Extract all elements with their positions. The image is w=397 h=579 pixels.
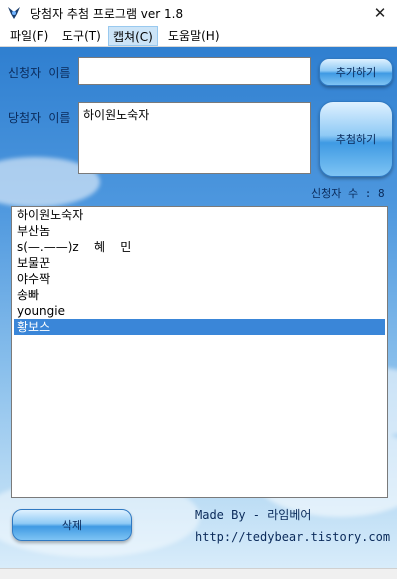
delete-button[interactable]: 삭제 (12, 509, 132, 541)
menu-file[interactable]: 파일(F) (6, 26, 52, 46)
draw-button[interactable]: 추첨하기 (319, 101, 393, 177)
list-item-selected[interactable]: 황보스 (14, 319, 385, 335)
list-item[interactable]: 하이원노숙자 (14, 207, 385, 223)
list-item[interactable]: 송빠 (14, 287, 385, 303)
winner-name-field: 하이원노숙자 (78, 102, 311, 174)
list-item[interactable]: 보물꾼 (14, 255, 385, 271)
list-item[interactable]: s(—.——)z 혜 민 (14, 239, 385, 255)
winner-name-label: 당첨자 이름 (8, 111, 71, 125)
menu-bar: 파일(F) 도구(T) 캡쳐(C) 도움말(H) (0, 26, 397, 47)
menu-capture[interactable]: 캡쳐(C) (108, 26, 158, 46)
menu-help[interactable]: 도움말(H) (164, 26, 224, 46)
add-button[interactable]: 추가하기 (319, 58, 393, 86)
applicant-name-input[interactable] (78, 57, 311, 85)
status-bar (0, 568, 397, 579)
list-item[interactable]: 부산놈 (14, 223, 385, 239)
applicant-count-label: 신청자 수 : 8 (311, 187, 385, 200)
main-panel: 신청자 이름 추가하기 당첨자 이름 하이원노숙자 추첨하기 신청자 수 : 8… (0, 47, 397, 568)
app-icon (8, 7, 20, 19)
menu-tools[interactable]: 도구(T) (58, 26, 105, 46)
made-by-text: Made By - 라임베어 (195, 508, 312, 522)
title-bar: 당첨자 추첨 프로그램 ver 1.8 ✕ (0, 0, 397, 27)
author-url: http://tedybear.tistory.com (195, 530, 391, 544)
close-button[interactable]: ✕ (363, 0, 397, 26)
applicant-name-label: 신청자 이름 (8, 66, 71, 80)
window-title: 당첨자 추첨 프로그램 ver 1.8 (30, 7, 184, 21)
applicant-list[interactable]: 하이원노숙자 부산놈 s(—.——)z 혜 민 보물꾼 야수짝 송빠 young… (11, 206, 388, 498)
list-item[interactable]: 야수짝 (14, 271, 385, 287)
list-item[interactable]: youngie (14, 303, 385, 319)
